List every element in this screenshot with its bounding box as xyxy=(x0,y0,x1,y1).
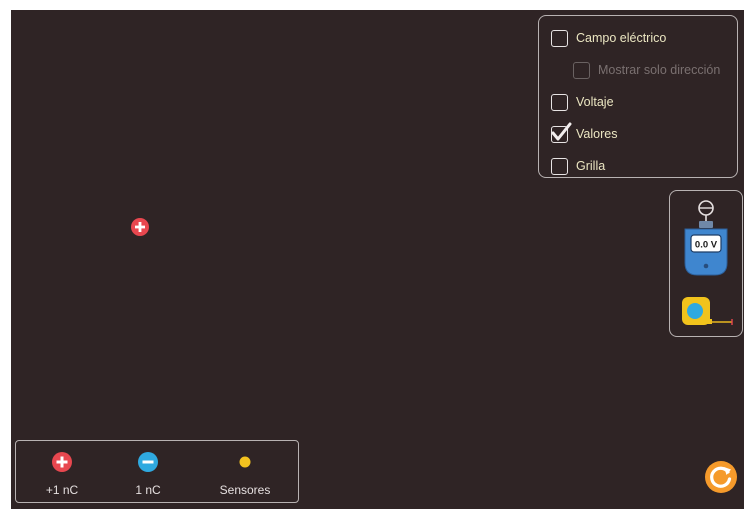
measuring-tape-icon[interactable] xyxy=(682,295,738,336)
electric-field-checkbox[interactable]: Campo eléctrico xyxy=(551,27,666,49)
checkbox-box[interactable] xyxy=(551,157,568,175)
checkbox-box xyxy=(573,61,590,79)
positive-charge-icon xyxy=(131,218,149,236)
negative-charge-icon xyxy=(138,452,158,472)
electric-field-label: Campo eléctrico xyxy=(576,31,667,45)
controls-panel: Campo eléctrico Mostrar solo dirección V… xyxy=(538,15,738,178)
charges-toolbox: +1 nC 1 nC Sensores xyxy=(15,440,299,503)
positive-charge-label: +1 nC xyxy=(45,483,79,497)
voltmeter-icon[interactable]: 0.0 V xyxy=(682,199,730,286)
voltage-label: Voltaje xyxy=(576,95,614,109)
checkmark-icon xyxy=(551,122,572,140)
simulation-stage[interactable]: Campo eléctrico Mostrar solo dirección V… xyxy=(11,10,744,509)
checkbox-box[interactable] xyxy=(551,93,568,111)
positive-charge-on-field[interactable] xyxy=(130,217,150,242)
direction-only-checkbox: Mostrar solo dirección xyxy=(573,59,720,81)
values-label: Valores xyxy=(576,127,618,141)
voltmeter-reading: 0.0 V xyxy=(695,240,718,251)
checkbox-box[interactable] xyxy=(551,122,572,143)
voltage-checkbox[interactable]: Voltaje xyxy=(551,91,614,113)
grid-label: Grilla xyxy=(576,159,606,173)
positive-charge-source[interactable]: +1 nC xyxy=(27,451,97,499)
reset-icon xyxy=(705,461,737,493)
grid-checkbox[interactable]: Grilla xyxy=(551,155,605,177)
positive-charge-icon xyxy=(52,452,72,472)
negative-charge-label: 1 nC xyxy=(135,483,161,497)
negative-charge-source[interactable]: 1 nC xyxy=(113,451,183,499)
direction-only-label: Mostrar solo dirección xyxy=(598,63,721,77)
values-checkbox[interactable]: Valores xyxy=(551,122,618,145)
sensors-label: Sensores xyxy=(219,483,271,497)
checkbox-box[interactable] xyxy=(551,29,568,47)
tools-panel: 0.0 V xyxy=(669,190,743,337)
reset-button[interactable] xyxy=(704,460,738,499)
sensors-source[interactable]: Sensores xyxy=(210,451,280,499)
sensor-icon xyxy=(239,456,251,468)
